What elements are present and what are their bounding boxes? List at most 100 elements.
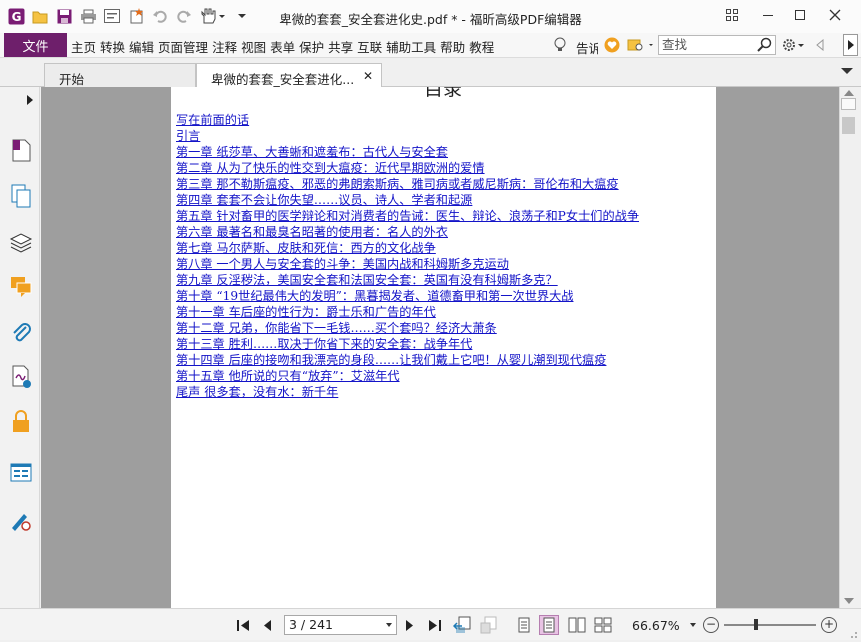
resize-grip-icon[interactable] <box>848 628 858 638</box>
menu-convert[interactable]: 转换 <box>100 37 125 56</box>
print-icon[interactable] <box>78 7 98 25</box>
toc-link[interactable]: 第十四章 后座的接吻和我漂亮的身段……让我们戴上它吧！从婴儿潮到现代瘟疫 <box>176 352 639 368</box>
page-thumbnails-icon[interactable] <box>9 183 33 209</box>
ribbon-display-options-icon[interactable] <box>722 6 742 24</box>
form-fields-icon[interactable] <box>9 460 33 486</box>
save-icon[interactable] <box>54 7 74 25</box>
toc-link[interactable]: 第五章 针对畜甲的医学辩论和对消费者的告诫：医生、辩论、浪荡子和P女士们的战争 <box>176 208 639 224</box>
scroll-split-button[interactable] <box>841 98 856 110</box>
comments-icon[interactable] <box>9 274 33 300</box>
minimize-icon[interactable] <box>758 6 778 24</box>
bookmark-icon[interactable] <box>9 137 33 163</box>
menu-home[interactable]: 主页 <box>71 37 96 56</box>
continuous-facing-view-icon[interactable] <box>594 616 612 634</box>
toc-link[interactable]: 第八章 一个男人与安全套的斗争：美国内战和科姆斯多克运动 <box>176 256 639 272</box>
toc-link[interactable]: 尾声 很多套，没有水：新千年 <box>176 384 639 400</box>
vertical-scrollbar[interactable] <box>839 87 857 608</box>
ribbon-scroll-left-icon[interactable] <box>815 38 825 52</box>
tab-document[interactable]: 卑微的套套_安全套进化... ✕ <box>196 63 382 87</box>
toc-link[interactable]: 引言 <box>176 128 639 144</box>
gear-icon[interactable] <box>782 37 806 53</box>
close-tab-icon[interactable]: ✕ <box>363 69 373 83</box>
tab-list-icon[interactable] <box>841 68 853 74</box>
menu-tutorial[interactable]: 教程 <box>469 37 494 56</box>
facing-pages-view-icon[interactable] <box>568 616 586 634</box>
zoom-level[interactable]: 66.67% <box>632 618 680 633</box>
toc-link[interactable]: 第四章 套套不会让你失望……议员、诗人、学者和起源 <box>176 192 639 208</box>
redo-icon[interactable] <box>174 7 194 25</box>
toc-link[interactable]: 第二章 从为了快乐的性交到大瘟疫：近代早期欧洲的爱情 <box>176 160 639 176</box>
zoom-out-icon[interactable]: − <box>703 617 719 633</box>
menu-accessibility[interactable]: 辅助工具 <box>386 37 436 56</box>
customize-quick-access-icon[interactable] <box>232 7 252 25</box>
properties-icon[interactable] <box>102 7 122 25</box>
menu-share[interactable]: 共享 <box>328 37 353 56</box>
previous-page-icon[interactable] <box>262 618 272 632</box>
toc-link[interactable]: 第九章 反淫秽法，美国安全套和法国安全套：英国有没有科姆斯多克？ <box>176 272 639 288</box>
title-bar: G 卑微的套套_安全套进化史.pdf * - 福昕高级PDF编辑器 <box>0 0 861 33</box>
search-input[interactable]: 查找 <box>658 35 776 55</box>
single-page-view-icon[interactable] <box>518 616 530 634</box>
folder-open-icon[interactable] <box>30 7 50 25</box>
next-view-icon[interactable] <box>479 616 497 634</box>
zoom-in-icon[interactable]: + <box>821 617 837 633</box>
toc-link[interactable]: 第十二章 兄弟，你能省下一毛钱……买个套吗？经济大萧条 <box>176 320 639 336</box>
ribbon-scroll-right-icon[interactable] <box>843 34 858 56</box>
zoom-dropdown-icon[interactable] <box>690 623 696 627</box>
toc-link[interactable]: 第十章 “19世纪最伟大的发明”：黑暮揭发者、道德畜甲和第一次世界大战 <box>176 288 639 304</box>
page-number-value: 3 / 241 <box>289 617 333 632</box>
table-of-contents: 写在前面的话 引言 第一章 纸莎草、大善蜥和遮羞布：古代人与安全套 第二章 从为… <box>176 112 639 400</box>
find-options-icon[interactable] <box>627 37 655 53</box>
search-icon[interactable] <box>757 37 773 53</box>
page-heading: 目录 <box>424 87 463 100</box>
toc-link[interactable]: 第七章 马尔萨斯、皮肤和死信：西方的文化战争 <box>176 240 639 256</box>
menu-protect[interactable]: 保护 <box>299 37 324 56</box>
next-page-icon[interactable] <box>405 618 415 632</box>
menu-comment[interactable]: 注释 <box>212 37 237 56</box>
tab-document-label: 卑微的套套_安全套进化... <box>211 72 355 87</box>
file-menu-button[interactable]: 文件 <box>4 33 67 57</box>
document-viewport[interactable]: 目录 写在前面的话 引言 第一章 纸莎草、大善蜥和遮羞布：古代人与安全套 第二章… <box>41 87 839 608</box>
tell-me-label[interactable]: 告诉 <box>576 38 598 57</box>
scroll-down-icon[interactable] <box>844 598 854 604</box>
heart-icon[interactable] <box>604 37 620 53</box>
page-number-input[interactable]: 3 / 241 <box>284 615 397 635</box>
lightbulb-icon[interactable] <box>553 37 567 53</box>
page-dropdown-icon[interactable] <box>386 623 392 627</box>
expand-panel-icon[interactable] <box>27 95 33 105</box>
accessibility-check-icon[interactable] <box>9 506 33 532</box>
last-page-icon[interactable] <box>428 618 442 632</box>
scroll-thumb[interactable] <box>842 117 855 134</box>
hand-tool-icon[interactable] <box>198 7 228 25</box>
toc-link[interactable]: 第十五章 他所说的只有“放弃”：艾滋年代 <box>176 368 639 384</box>
foxit-logo-icon[interactable]: G <box>6 7 26 25</box>
zoom-slider-thumb[interactable] <box>754 619 758 630</box>
undo-icon[interactable] <box>150 7 170 25</box>
menu-connect[interactable]: 互联 <box>357 37 382 56</box>
first-page-icon[interactable] <box>236 618 250 632</box>
security-lock-icon[interactable] <box>9 409 33 435</box>
toc-link[interactable]: 第六章 最著名和最臭名昭著的使用者：名人的外衣 <box>176 224 639 240</box>
previous-view-icon[interactable] <box>453 616 471 634</box>
signature-icon[interactable] <box>9 364 33 390</box>
menu-view[interactable]: 视图 <box>241 37 266 56</box>
menu-help[interactable]: 帮助 <box>440 37 465 56</box>
toc-link[interactable]: 第三章 那不勒斯瘟疫、邪恶的弗朗索斯病、雅司病或者威尼斯病：哥伦布和大瘟疫 <box>176 176 639 192</box>
toc-link[interactable]: 写在前面的话 <box>176 112 639 128</box>
toc-link[interactable]: 第十一章 车后座的性行为：爵士乐和广告的年代 <box>176 304 639 320</box>
menu-organize[interactable]: 页面管理 <box>158 37 208 56</box>
tab-start[interactable]: 开始 <box>44 63 196 87</box>
maximize-icon[interactable] <box>790 6 810 24</box>
menu-edit[interactable]: 编辑 <box>129 37 154 56</box>
layers-icon[interactable] <box>9 230 33 256</box>
zoom-slider[interactable] <box>724 624 816 626</box>
menu-items: 主页 转换 编辑 页面管理 注释 视图 表单 保护 共享 互联 辅助工具 帮助 … <box>71 37 498 56</box>
attachments-icon[interactable] <box>9 320 33 346</box>
new-document-icon[interactable] <box>126 7 146 25</box>
scroll-up-icon[interactable] <box>844 90 854 96</box>
toc-link[interactable]: 第十三章 胜利……取决于你省下来的安全套：战争年代 <box>176 336 639 352</box>
continuous-page-view-icon[interactable] <box>539 615 559 635</box>
menu-form[interactable]: 表单 <box>270 37 295 56</box>
close-window-icon[interactable] <box>825 6 845 24</box>
toc-link[interactable]: 第一章 纸莎草、大善蜥和遮羞布：古代人与安全套 <box>176 144 639 160</box>
